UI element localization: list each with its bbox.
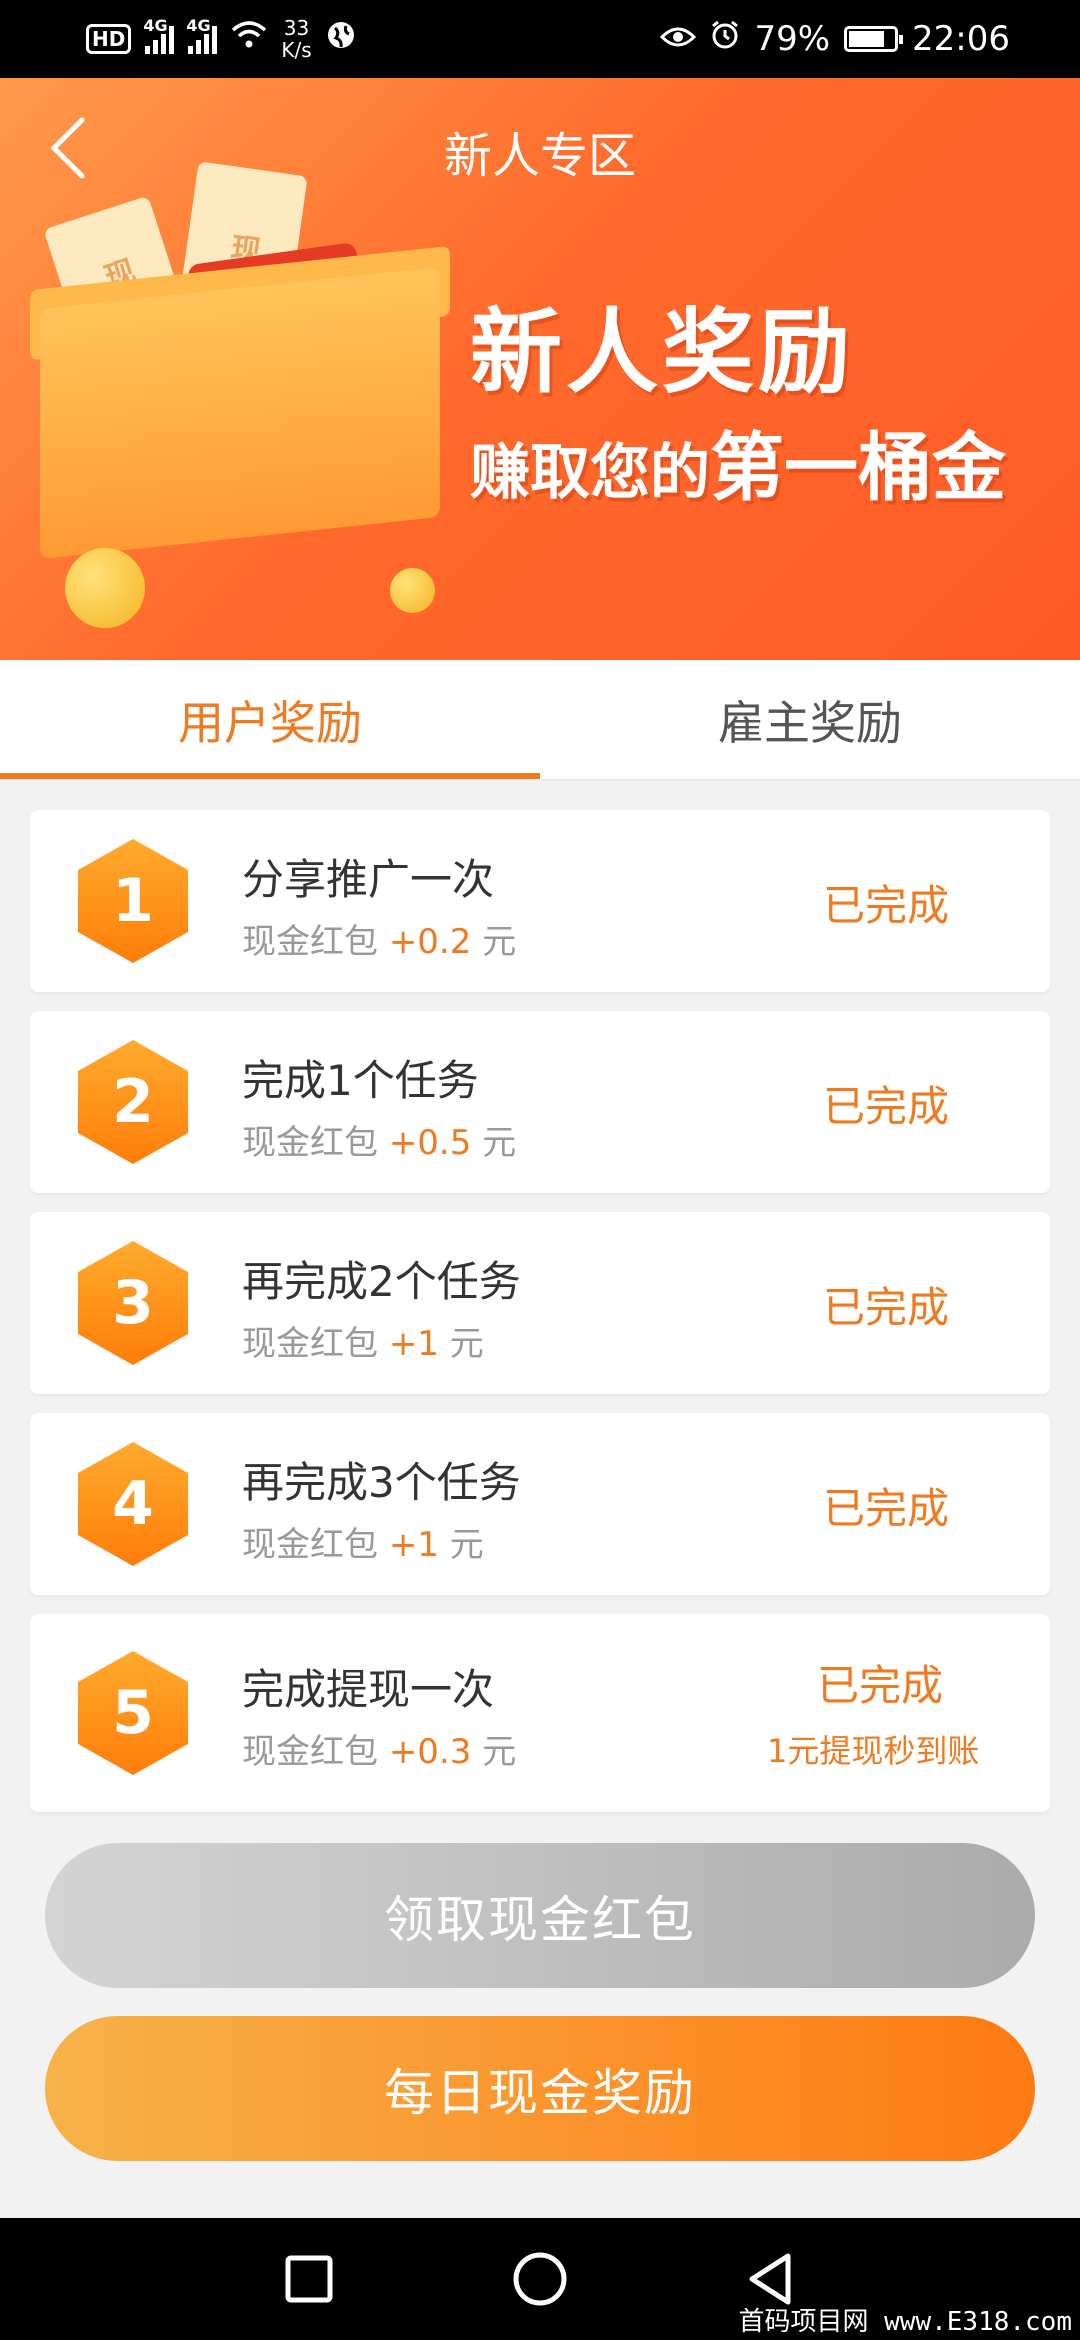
alarm-icon bbox=[710, 19, 740, 59]
circle-icon bbox=[513, 2252, 567, 2306]
task-title: 再完成3个任务 bbox=[242, 1458, 521, 1507]
coin-icon bbox=[65, 548, 145, 628]
battery-percent: 79% bbox=[754, 19, 831, 59]
tab-user-rewards[interactable]: 用户奖励 bbox=[0, 660, 540, 779]
tab-employer-rewards[interactable]: 雇主奖励 bbox=[540, 660, 1080, 779]
banner-headline: 新人奖励 bbox=[470, 299, 855, 406]
system-nav-bar: 首码项目网 www.E318.com bbox=[0, 2218, 1080, 2340]
task-title: 再完成2个任务 bbox=[242, 1257, 521, 1306]
wifi-icon bbox=[231, 19, 267, 59]
task-title: 完成提现一次 bbox=[242, 1665, 495, 1714]
task-card: 1 分享推广一次 现金红包 +0.2 元 已完成 bbox=[30, 810, 1050, 992]
task-status: 已完成 bbox=[823, 1484, 950, 1533]
task-reward: 现金红包 +0.3 元 bbox=[242, 1732, 517, 1772]
battery-icon bbox=[844, 26, 904, 52]
claim-cash-button[interactable]: 领取现金红包 bbox=[45, 1843, 1035, 1988]
task-reward: 现金红包 +1 元 bbox=[242, 1324, 484, 1364]
watermark: 首码项目网 www.E318.com bbox=[738, 2307, 1073, 2337]
daily-reward-button[interactable]: 每日现金奖励 bbox=[45, 2016, 1035, 2161]
gift-box-illustration bbox=[40, 266, 440, 560]
task-status: 已完成 bbox=[823, 1283, 950, 1332]
task-card: 3 再完成2个任务 现金红包 +1 元 已完成 bbox=[30, 1212, 1050, 1394]
task-card: 2 完成1个任务 现金红包 +0.5 元 已完成 bbox=[30, 1011, 1050, 1193]
page-title: 新人专区 bbox=[443, 128, 636, 184]
status-bar: HD 4G 4G 33 K/s 79% 22:06 bbox=[0, 0, 1080, 78]
task-status: 已完成 bbox=[823, 881, 950, 930]
coin-icon bbox=[390, 568, 435, 613]
step-number-badge: 5 bbox=[78, 1651, 188, 1775]
task-title: 完成1个任务 bbox=[242, 1056, 479, 1105]
task-card: 5 完成提现一次 现金红包 +0.3 元 已完成 1元提现秒到账 bbox=[30, 1614, 1050, 1812]
square-icon bbox=[285, 2255, 333, 2303]
task-card: 4 再完成3个任务 现金红包 +1 元 已完成 bbox=[30, 1413, 1050, 1595]
task-reward: 现金红包 +1 元 bbox=[242, 1525, 484, 1565]
step-number-badge: 3 bbox=[78, 1241, 188, 1365]
globe-icon bbox=[326, 19, 356, 59]
task-status: 已完成 bbox=[817, 1661, 944, 1710]
step-number-badge: 1 bbox=[78, 839, 188, 963]
hd-icon: HD bbox=[86, 24, 132, 54]
task-reward: 现金红包 +0.5 元 bbox=[242, 1123, 517, 1163]
step-number-badge: 4 bbox=[78, 1442, 188, 1566]
task-substatus: 1元提现秒到账 bbox=[767, 1732, 980, 1770]
banner-subheadline: 赚取您的第一桶金 bbox=[470, 425, 1006, 511]
signal-icon: 4G bbox=[186, 16, 218, 54]
task-status: 已完成 bbox=[823, 1082, 950, 1131]
signal-icon: 4G bbox=[143, 16, 175, 54]
banner: 新人专区 现金券 现金 新人奖励 赚取您的第一桶金 bbox=[0, 78, 1080, 660]
task-title: 分享推广一次 bbox=[242, 855, 495, 904]
tab-bar: 用户奖励 雇主奖励 bbox=[0, 660, 1080, 780]
net-speed: 33 K/s bbox=[281, 16, 312, 62]
eye-icon bbox=[660, 19, 697, 59]
clock: 22:06 bbox=[912, 19, 1010, 59]
recents-button[interactable] bbox=[276, 2246, 342, 2312]
step-number-badge: 2 bbox=[78, 1040, 188, 1164]
task-reward: 现金红包 +0.2 元 bbox=[242, 922, 517, 962]
home-button[interactable] bbox=[507, 2246, 573, 2312]
